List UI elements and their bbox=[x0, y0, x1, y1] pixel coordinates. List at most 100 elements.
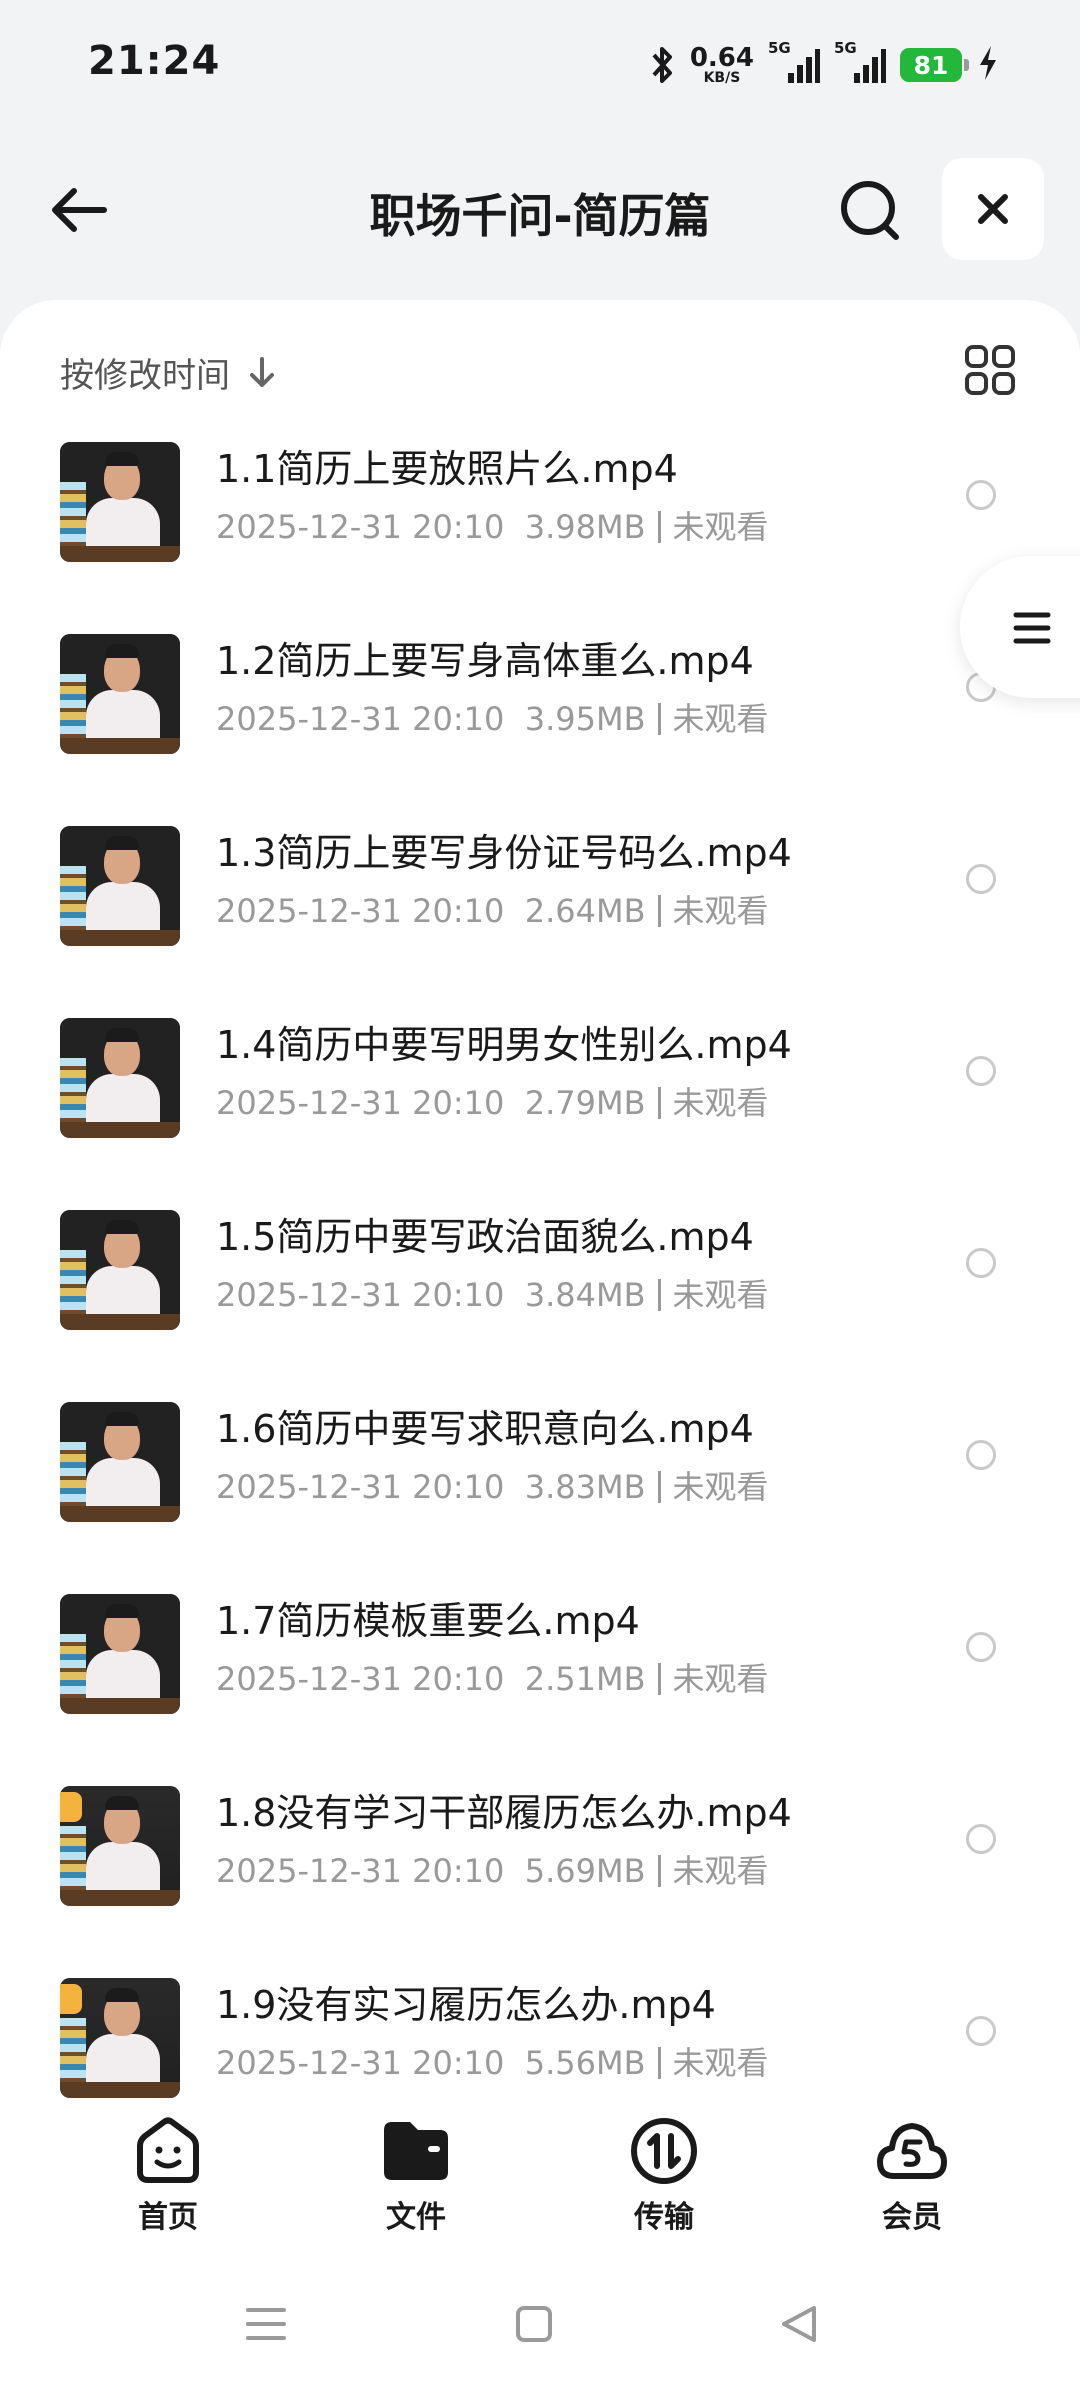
file-row[interactable]: 1.3简历上要写身份证号码么.mp4 2025-12-31 20:10 2.64… bbox=[0, 820, 1080, 1012]
file-meta: 2025-12-31 20:10 5.56MB 未观看 bbox=[216, 2038, 769, 2084]
nav-vip-label: 会员 bbox=[882, 2200, 942, 2235]
file-size: 2.79MB bbox=[524, 1084, 646, 1122]
file-date: 2025-12-31 20:10 bbox=[216, 1660, 505, 1698]
file-row[interactable]: 1.5简历中要写政治面貌么.mp4 2025-12-31 20:10 3.84M… bbox=[0, 1204, 1080, 1396]
watch-status: 未观看 bbox=[672, 700, 769, 738]
network-speed-value: 0.64 bbox=[689, 43, 754, 73]
file-date: 2025-12-31 20:10 bbox=[216, 892, 505, 930]
sort-selector[interactable]: 按修改时间 bbox=[60, 348, 278, 397]
bluetooth-icon bbox=[648, 45, 676, 85]
video-thumbnail bbox=[60, 826, 180, 946]
menu-lines-icon bbox=[1013, 612, 1051, 644]
grid-view-toggle[interactable] bbox=[962, 342, 1018, 398]
video-thumbnail bbox=[60, 1210, 180, 1330]
network-speed: 0.64 KB/S bbox=[690, 45, 754, 85]
meta-divider bbox=[657, 895, 661, 927]
signal-icon: 5G bbox=[768, 39, 820, 85]
select-checkbox[interactable] bbox=[966, 1248, 996, 1278]
menu-icon[interactable] bbox=[236, 2294, 296, 2354]
file-row[interactable]: 1.2简历上要写身高体重么.mp4 2025-12-31 20:10 3.95M… bbox=[0, 628, 1080, 820]
file-date: 2025-12-31 20:10 bbox=[216, 2044, 505, 2082]
file-row[interactable]: 1.8没有学习干部履历怎么办.mp4 2025-12-31 20:10 5.69… bbox=[0, 1780, 1080, 1972]
page-title: 职场千问-简历篇 bbox=[369, 189, 711, 243]
signal-label-1: 5G bbox=[768, 39, 791, 57]
meta-divider bbox=[657, 1279, 661, 1311]
vip-cloud-icon bbox=[877, 2123, 947, 2179]
close-button[interactable] bbox=[942, 158, 1044, 260]
select-checkbox[interactable] bbox=[966, 864, 996, 894]
file-meta: 2025-12-31 20:10 2.51MB 未观看 bbox=[216, 1654, 769, 1700]
file-size: 3.98MB bbox=[524, 508, 646, 546]
sort-label: 按修改时间 bbox=[60, 356, 230, 396]
battery-level: 81 bbox=[913, 50, 949, 80]
meta-divider bbox=[657, 1855, 661, 1887]
file-name: 1.2简历上要写身高体重么.mp4 bbox=[216, 639, 754, 683]
nav-transfer[interactable]: 传输 bbox=[594, 2116, 734, 2236]
status-bar: 21:24 0.64 KB/S 5G 5G 81 bbox=[0, 0, 1080, 130]
file-size: 2.64MB bbox=[524, 892, 646, 930]
meta-divider bbox=[657, 511, 661, 543]
file-meta: 2025-12-31 20:10 3.98MB 未观看 bbox=[216, 502, 769, 548]
watch-status: 未观看 bbox=[672, 1468, 769, 1506]
file-row[interactable]: 1.7简历模板重要么.mp4 2025-12-31 20:10 2.51MB 未观… bbox=[0, 1588, 1080, 1780]
watch-status: 未观看 bbox=[672, 1084, 769, 1122]
file-name: 1.6简历中要写求职意向么.mp4 bbox=[216, 1407, 754, 1451]
file-name: 1.5简历中要写政治面貌么.mp4 bbox=[216, 1215, 754, 1259]
nav-files[interactable]: 文件 bbox=[346, 2116, 486, 2236]
file-date: 2025-12-31 20:10 bbox=[216, 1276, 505, 1314]
select-checkbox[interactable] bbox=[966, 1632, 996, 1662]
search-button[interactable] bbox=[830, 174, 910, 246]
video-thumbnail bbox=[60, 1594, 180, 1714]
select-checkbox[interactable] bbox=[966, 480, 996, 510]
arrow-down-icon bbox=[250, 356, 274, 387]
file-size: 3.83MB bbox=[524, 1468, 646, 1506]
file-name: 1.9没有实习履历怎么办.mp4 bbox=[216, 1983, 716, 2027]
system-nav-bar bbox=[0, 2250, 1080, 2392]
bottom-nav: 首页 文件 传输 会员 bbox=[0, 2100, 1080, 2250]
signal-label-2: 5G bbox=[834, 39, 857, 57]
nav-home[interactable]: 首页 bbox=[98, 2116, 238, 2236]
watch-status: 未观看 bbox=[672, 892, 769, 930]
video-thumbnail bbox=[60, 1978, 180, 2098]
watch-status: 未观看 bbox=[672, 508, 769, 546]
select-checkbox[interactable] bbox=[966, 1440, 996, 1470]
file-meta: 2025-12-31 20:10 3.95MB 未观看 bbox=[216, 694, 769, 740]
file-date: 2025-12-31 20:10 bbox=[216, 1852, 505, 1890]
select-checkbox[interactable] bbox=[966, 1824, 996, 1854]
file-name: 1.4简历中要写明男女性别么.mp4 bbox=[216, 1023, 792, 1067]
nav-files-label: 文件 bbox=[386, 2200, 446, 2235]
nav-vip[interactable]: 会员 bbox=[842, 2116, 982, 2236]
file-date: 2025-12-31 20:10 bbox=[216, 700, 505, 738]
file-row[interactable]: 1.6简历中要写求职意向么.mp4 2025-12-31 20:10 3.83M… bbox=[0, 1396, 1080, 1588]
select-checkbox[interactable] bbox=[966, 1056, 996, 1086]
file-name: 1.7简历模板重要么.mp4 bbox=[216, 1599, 640, 1643]
close-icon bbox=[978, 194, 1008, 224]
video-thumbnail bbox=[60, 1786, 180, 1906]
title-bar: 职场千问-简历篇 bbox=[0, 150, 1080, 270]
file-size: 3.84MB bbox=[524, 1276, 646, 1314]
file-meta: 2025-12-31 20:10 3.83MB 未观看 bbox=[216, 1462, 769, 1508]
watch-status: 未观看 bbox=[672, 1276, 769, 1314]
file-row[interactable]: 1.1简历上要放照片么.mp4 2025-12-31 20:10 3.98MB 未… bbox=[0, 436, 1080, 628]
file-date: 2025-12-31 20:10 bbox=[216, 1468, 505, 1506]
network-speed-unit: KB/S bbox=[703, 70, 741, 86]
file-size: 5.69MB bbox=[524, 1852, 646, 1890]
signal-icon-2: 5G bbox=[834, 39, 886, 85]
file-meta: 2025-12-31 20:10 2.64MB 未观看 bbox=[216, 886, 769, 932]
nav-transfer-label: 传输 bbox=[634, 2200, 694, 2235]
status-icons: 0.64 KB/S 5G 5G 81 bbox=[648, 39, 1000, 90]
video-thumbnail bbox=[60, 634, 180, 754]
file-list-panel: 按修改时间 1.1简历上要放照片么.mp4 2025-12-31 20:10 3… bbox=[0, 300, 1080, 2100]
meta-divider bbox=[657, 703, 661, 735]
status-time: 21:24 bbox=[88, 38, 221, 84]
file-meta: 2025-12-31 20:10 2.79MB 未观看 bbox=[216, 1078, 769, 1124]
battery-icon: 81 bbox=[900, 48, 969, 82]
file-meta: 2025-12-31 20:10 5.69MB 未观看 bbox=[216, 1846, 769, 1892]
file-meta: 2025-12-31 20:10 3.84MB 未观看 bbox=[216, 1270, 769, 1316]
file-row[interactable]: 1.4简历中要写明男女性别么.mp4 2025-12-31 20:10 2.79… bbox=[0, 1012, 1080, 1204]
home-square-icon[interactable] bbox=[504, 2294, 564, 2354]
file-list: 1.1简历上要放照片么.mp4 2025-12-31 20:10 3.98MB 未… bbox=[0, 436, 1080, 2164]
back-triangle-icon[interactable] bbox=[770, 2294, 830, 2354]
video-thumbnail bbox=[60, 1018, 180, 1138]
select-checkbox[interactable] bbox=[966, 2016, 996, 2046]
